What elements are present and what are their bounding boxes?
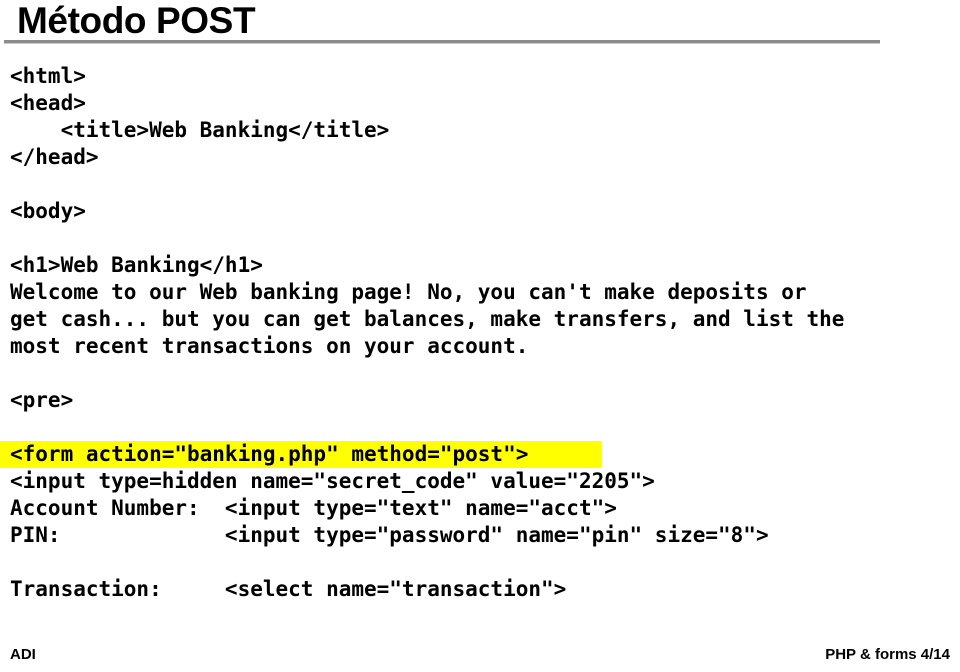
code-line: <input type=hidden name="secret_code" va… bbox=[10, 469, 655, 493]
code-line: get cash... but you can get balances, ma… bbox=[10, 307, 845, 331]
code-listing: <html> <head> <title>Web Banking</title> <… bbox=[0, 63, 960, 603]
code-line: Transaction: <select name="transaction"> bbox=[10, 577, 567, 601]
footer-pagination: PHP & forms 4/14 bbox=[825, 646, 950, 663]
code-line: </head> bbox=[10, 145, 99, 169]
code-line: <html> bbox=[10, 64, 86, 88]
code-line: <pre> bbox=[10, 388, 74, 412]
code-line: Account Number: <input type="text" name=… bbox=[10, 496, 617, 520]
slide-footer: ADI PHP & forms 4/14 bbox=[0, 645, 960, 672]
highlighted-code-line: <form action="banking.php" method="post"… bbox=[0, 441, 602, 468]
footer-author: ADI bbox=[10, 646, 36, 663]
code-line: <title>Web Banking</title> bbox=[10, 118, 390, 142]
title-divider bbox=[4, 40, 880, 44]
code-line: Welcome to our Web banking page! No, you… bbox=[10, 280, 807, 304]
code-line: <body> bbox=[10, 199, 86, 223]
code-line: <head> bbox=[10, 91, 86, 115]
code-line: <form action="banking.php" method="post"… bbox=[0, 441, 960, 468]
code-line: <h1>Web Banking</h1> bbox=[10, 253, 263, 277]
code-line: most recent transactions on your account… bbox=[10, 334, 529, 358]
code-line: PIN: <input type="password" name="pin" s… bbox=[10, 523, 769, 547]
page-title: Método POST bbox=[17, 0, 256, 41]
